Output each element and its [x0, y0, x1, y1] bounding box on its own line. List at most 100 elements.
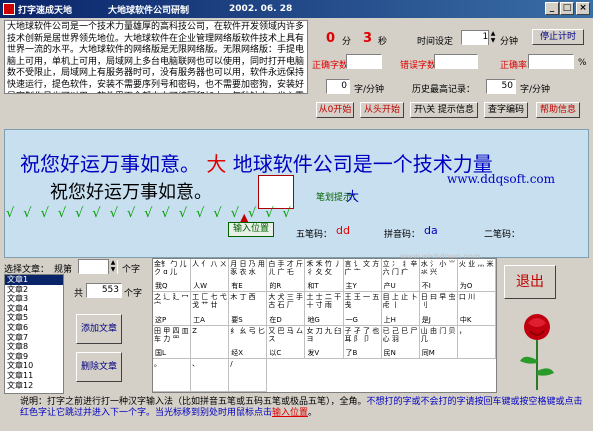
list-item[interactable]: 文章2: [5, 285, 63, 295]
key-cell: 金钅 勹 儿 ク ɑ 儿我Q: [153, 259, 192, 293]
key-code: 在D: [269, 315, 282, 324]
checkmark-row: √√√√√√√√√√√√√√√√√: [6, 206, 300, 221]
key-code: 主Y: [345, 282, 357, 291]
target-prefix: 祝您好运万事如意。: [20, 152, 200, 176]
pinyin-label: 拼音码：: [384, 230, 421, 240]
key-radicals: 目 上 止 卜 虍 丨: [382, 293, 418, 310]
exit-button[interactable]: 退出: [504, 265, 556, 299]
key-radicals: 白 手 才 斤 ㄦ 广 乇: [268, 260, 304, 276]
accuracy-field: [528, 54, 574, 69]
list-item[interactable]: 文章7: [5, 333, 63, 343]
minutes-unit: 分: [342, 37, 352, 47]
key-cell: 禾 禾 竹 丿 彳 夂 攵和T: [305, 259, 344, 293]
add-article-button[interactable]: 添加文章: [76, 314, 122, 344]
key-radicals: 大 犬 三 手 古 石 厂: [268, 293, 304, 310]
key-radicals: /: [230, 359, 233, 368]
key-cell: 已 己 巳 尸 心 羽民N: [381, 325, 420, 359]
rule-spinner[interactable]: ▲ ▼: [108, 259, 117, 274]
help-button[interactable]: 帮助信息: [536, 102, 580, 118]
key-code: 这P: [155, 315, 167, 324]
list-item[interactable]: 文章4: [5, 304, 63, 314]
main-window: 打字速成天地 大地球软件公司研制 2002. 06. 28 _ □ × 大地球软…: [0, 0, 593, 431]
key-radicals: 田 甲 四 皿 车 力 罒: [154, 326, 189, 343]
key-radicals: 口 川: [458, 293, 476, 302]
wrong-chars-label: 错误字数: [400, 61, 437, 71]
key-radicals: 禾 禾 竹 丿 彳 夂 攵: [306, 260, 342, 276]
key-cell: 女 刀 九 臼 ヨ发V: [305, 325, 344, 359]
key-cell: 白 手 才 斤 ㄦ 广 乇的R: [267, 259, 306, 293]
key-cell: 月 日 乃 用 豕 衣 水有E: [229, 259, 268, 293]
key-code: 一G: [345, 315, 358, 324]
list-item[interactable]: 文章1: [5, 275, 63, 285]
key-radicals: 人 亻 八 ㄨ: [192, 260, 227, 268]
key-radicals: 金钅 勹 儿 ク ɑ 儿: [154, 260, 187, 276]
hint-link[interactable]: 输入位置: [272, 408, 308, 418]
key-code: 和T: [307, 282, 319, 291]
key-code: 经X: [231, 348, 244, 357]
start-from-head-button[interactable]: 从头开始: [360, 102, 404, 118]
seconds-value: 3: [363, 31, 373, 46]
delete-article-button[interactable]: 删除文章: [76, 352, 122, 382]
key-radicals: 之 辶 廴 冖 宀: [154, 293, 189, 310]
key-radicals: 水 氵 小 ⺌ 氺 兴: [420, 260, 456, 276]
correct-chars-label: 正确字数: [312, 61, 349, 71]
history-field: 50: [486, 79, 516, 94]
hint-prefix: 说明：打字之前进行打一种汉字输入法（比如拼音五笔或五码五笔或极品五笔），全角。: [20, 397, 367, 407]
key-code: 不I: [421, 282, 431, 291]
stop-timer-button[interactable]: 停止计时: [532, 29, 584, 45]
key-radicals: 已 己 巳 尸 心 羽: [382, 326, 418, 343]
key-code: 了B: [345, 348, 358, 357]
key-radicals: 言 讠 文 方 广 亠: [344, 260, 380, 276]
typed-line: 祝您好运万事如意。: [50, 182, 212, 203]
list-item[interactable]: 文章8: [5, 342, 63, 352]
time-setting-spinner[interactable]: ▲ ▼: [488, 30, 497, 45]
history-label: 历史最高记录：: [412, 85, 476, 95]
key-radicals: 王 王 一 五 戋: [344, 293, 380, 310]
list-item[interactable]: 文章11: [5, 371, 63, 381]
close-button[interactable]: ×: [576, 2, 590, 15]
stroke-hint-char: 大: [346, 190, 360, 205]
key-cell: 日 曰 早 虫 刂是J: [419, 292, 458, 326]
minimize-button[interactable]: _: [545, 2, 559, 15]
list-item[interactable]: 文章12: [5, 381, 63, 391]
list-item[interactable]: 文章10: [5, 361, 63, 371]
input-box[interactable]: [258, 175, 294, 209]
list-item[interactable]: 文章9: [5, 352, 63, 362]
key-radicals: 立 冫 丬 辛 六 门 疒: [382, 260, 418, 276]
website-url: www.ddqsoft.com: [447, 172, 556, 186]
list-item[interactable]: 文章3: [5, 294, 63, 304]
target-line: 祝您好运万事如意。 大 地球软件公司是一个技术力量: [20, 148, 493, 177]
key-cell: 立 冫 丬 辛 六 门 疒产U: [381, 259, 420, 293]
instructions: 说明：打字之前进行打一种汉字输入法（比如拼音五笔或五码五笔或极品五笔），全角。不…: [20, 397, 590, 419]
key-cell: /: [229, 358, 268, 392]
key-radicals: Z: [192, 326, 197, 335]
key-cell: 之 辶 廴 冖 宀这P: [153, 292, 192, 326]
key-cell: 山 由 门 贝 几同M: [419, 325, 458, 359]
key-code: 产U: [383, 282, 396, 291]
total-field: 553: [86, 283, 122, 298]
current-char[interactable]: 大: [206, 152, 226, 176]
key-code: 民N: [383, 348, 396, 357]
key-code: 中K: [459, 315, 472, 324]
key-cell: 口 川中K: [457, 292, 496, 326]
pinyin-code: da: [424, 224, 438, 237]
key-code: 有E: [231, 282, 243, 291]
maximize-button[interactable]: □: [560, 2, 574, 15]
input-position-button[interactable]: 输入位置: [228, 222, 274, 237]
toggle-hint-button[interactable]: 开\关 提示信息: [410, 102, 478, 118]
key-radicals: 工 匚 七 弋 戈 艹 廿: [192, 293, 227, 310]
key-cell: 。: [153, 358, 192, 392]
key-radicals: 女 刀 九 臼 ヨ: [306, 326, 342, 343]
key-code: 发V: [307, 348, 320, 357]
lookup-code-button[interactable]: 查字编码: [484, 102, 528, 118]
key-cell: 木 丁 西要S: [229, 292, 268, 326]
key-cell: 土 士 二 干 十 寸 雨地G: [305, 292, 344, 326]
start-from-zero-button[interactable]: 从0开始: [316, 102, 354, 118]
source-passage: 大地球软件公司是一个技术力量雄厚的高科技公司，在软件开发领域内许多技术创新是居世…: [4, 20, 308, 94]
key-code: 要S: [231, 315, 243, 324]
list-item[interactable]: 文章5: [5, 313, 63, 323]
key-radicals: 纟 幺 弓 匕: [230, 326, 265, 335]
window-title: 打字速成天地: [18, 5, 73, 16]
list-item[interactable]: 文章6: [5, 323, 63, 333]
article-list[interactable]: 文章1 文章2 文章3 文章4 文章5 文章6 文章7 文章8 文章9 文章10…: [4, 274, 64, 394]
